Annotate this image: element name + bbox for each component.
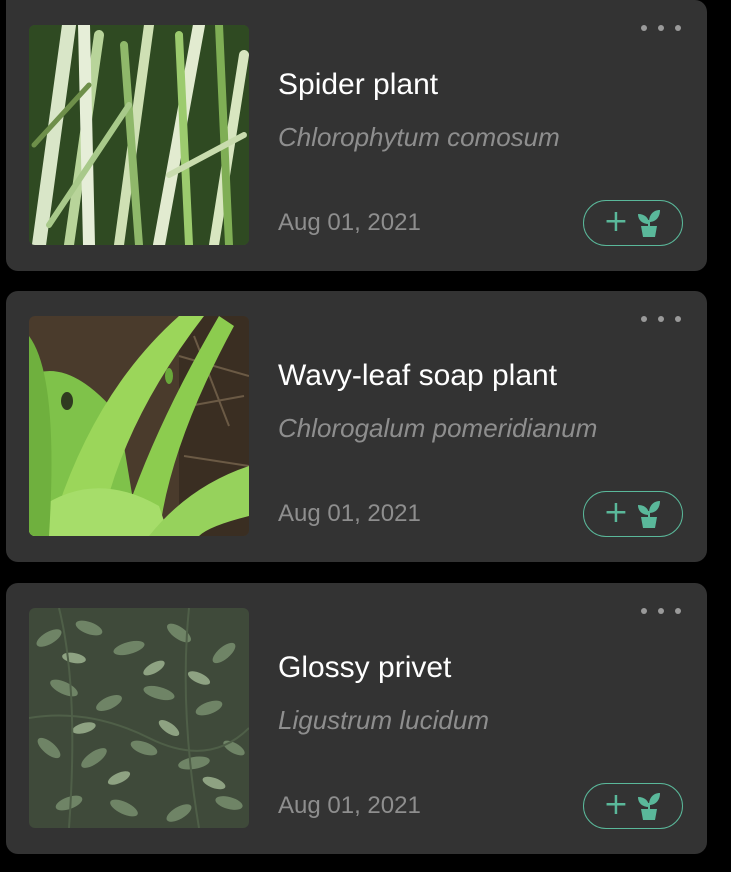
- more-dot: [641, 25, 647, 31]
- plant-photo[interactable]: [29, 608, 249, 828]
- more-dot: [658, 316, 664, 322]
- potted-plant-icon: [635, 499, 663, 529]
- more-dot: [675, 608, 681, 614]
- potted-plant-icon: [635, 208, 663, 238]
- plant-scientific-name: Ligustrum lucidum: [278, 705, 489, 735]
- plant-scientific-name: Chlorogalum pomeridianum: [278, 413, 598, 443]
- plus-icon: +: [603, 203, 629, 239]
- add-to-garden-button[interactable]: +: [583, 783, 683, 829]
- spider-plant-photo-image: [29, 25, 249, 245]
- plant-common-name: Wavy-leaf soap plant: [278, 359, 558, 392]
- more-dot: [641, 316, 647, 322]
- more-dot: [658, 608, 664, 614]
- plant-photo[interactable]: [29, 316, 249, 536]
- plant-common-name: Glossy privet: [278, 651, 452, 684]
- add-to-garden-button[interactable]: +: [583, 491, 683, 537]
- plant-card[interactable]: Wavy-leaf soap plant Chlorogalum pomerid…: [6, 291, 707, 562]
- plant-common-name: Spider plant: [278, 68, 439, 101]
- plant-date: Aug 01, 2021: [278, 500, 421, 527]
- more-options-button[interactable]: [641, 22, 681, 34]
- plant-list: Spider plant Chlorophytum comosum Aug 01…: [0, 0, 731, 872]
- more-dot: [675, 25, 681, 31]
- plant-date: Aug 01, 2021: [278, 209, 421, 236]
- plant-card[interactable]: Spider plant Chlorophytum comosum Aug 01…: [6, 0, 707, 271]
- more-dot: [675, 316, 681, 322]
- privet-photo-image: [29, 608, 249, 828]
- more-dot: [658, 25, 664, 31]
- plant-date: Aug 01, 2021: [278, 792, 421, 819]
- plant-scientific-name: Chlorophytum comosum: [278, 122, 560, 152]
- more-options-button[interactable]: [641, 605, 681, 617]
- potted-plant-icon: [635, 791, 663, 821]
- plant-photo[interactable]: [29, 25, 249, 245]
- soap-plant-photo-image: [29, 316, 249, 536]
- plus-icon: +: [603, 786, 629, 822]
- more-dot: [641, 608, 647, 614]
- plant-card[interactable]: Glossy privet Ligustrum lucidum Aug 01, …: [6, 583, 707, 854]
- more-options-button[interactable]: [641, 313, 681, 325]
- plus-icon: +: [603, 494, 629, 530]
- add-to-garden-button[interactable]: +: [583, 200, 683, 246]
